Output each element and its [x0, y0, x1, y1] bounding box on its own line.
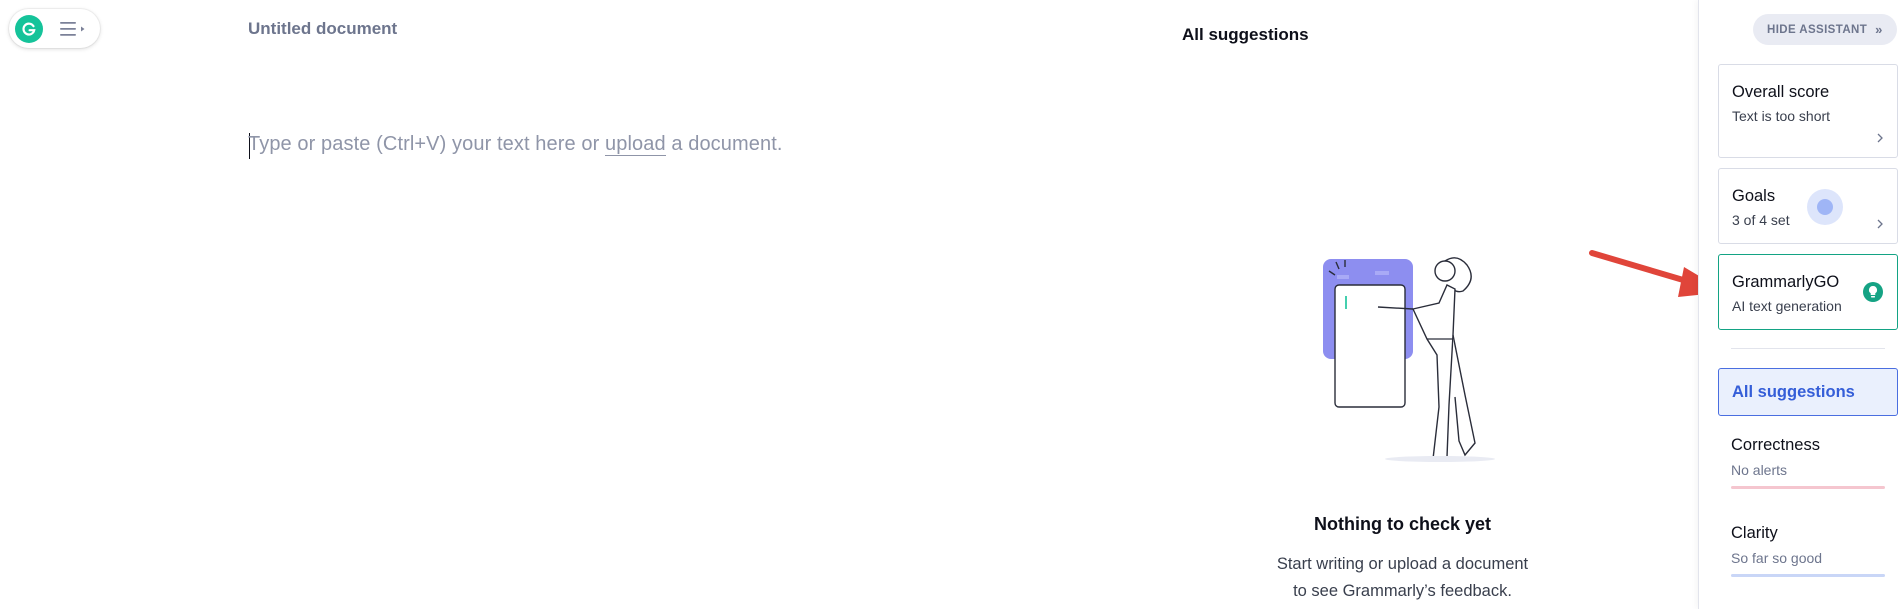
chevron-right-icon: [1877, 219, 1883, 229]
empty-state-line-1: Start writing or upload a document: [1276, 555, 1529, 573]
double-chevron-right-icon: »: [1875, 22, 1883, 37]
chevron-right-icon: [1877, 133, 1883, 143]
sidebar-divider: [1731, 348, 1885, 349]
grammarlygo-card[interactable]: GrammarlyGO AI text generation: [1718, 254, 1898, 330]
overall-score-title: Overall score: [1732, 83, 1830, 101]
category-bar: [1731, 574, 1885, 577]
overall-score-card[interactable]: Overall score Text is too short: [1718, 64, 1898, 158]
category-bar: [1731, 486, 1885, 489]
empty-state-line-2: to see Grammarly’s feedback.: [1293, 582, 1512, 600]
menu-icon: [60, 21, 85, 36]
upload-link[interactable]: upload: [605, 133, 666, 156]
category-clarity[interactable]: Clarity So far so good: [1731, 524, 1885, 577]
category-correctness[interactable]: Correctness No alerts: [1731, 436, 1885, 489]
menu-button[interactable]: [60, 20, 90, 38]
hide-assistant-button[interactable]: HIDE ASSISTANT »: [1753, 14, 1897, 45]
empty-state-illustration: [1323, 257, 1495, 462]
category-subtitle: So far so good: [1731, 550, 1823, 566]
category-subtitle: No alerts: [1731, 462, 1788, 478]
tab-all-suggestions[interactable]: All suggestions: [1718, 368, 1898, 416]
overall-score-subtitle: Text is too short: [1732, 108, 1831, 124]
cursor-highlight: [1807, 189, 1843, 225]
lightbulb-icon: [1863, 282, 1883, 302]
category-title: Clarity: [1731, 524, 1778, 542]
document-title[interactable]: Untitled document: [248, 19, 397, 39]
empty-state-description: Start writing or upload a document to se…: [1200, 551, 1605, 605]
suggestions-heading: All suggestions: [1182, 25, 1309, 44]
placeholder-text-start: Type or paste (Ctrl+V) your text here or: [248, 133, 606, 155]
assistant-sidebar: HIDE ASSISTANT » Overall score Text is t…: [1698, 0, 1904, 609]
category-title: Correctness: [1731, 436, 1820, 454]
placeholder-text-end: a document.: [665, 133, 783, 155]
hide-assistant-label: HIDE ASSISTANT: [1767, 23, 1868, 36]
grammarly-logo-icon[interactable]: [15, 14, 43, 43]
goals-card[interactable]: Goals 3 of 4 set: [1718, 168, 1898, 244]
editor-placeholder[interactable]: Type or paste (Ctrl+V) your text here or…: [248, 133, 783, 156]
empty-state-title: Nothing to check yet: [1313, 514, 1492, 534]
app-menu-pill: [9, 9, 100, 48]
